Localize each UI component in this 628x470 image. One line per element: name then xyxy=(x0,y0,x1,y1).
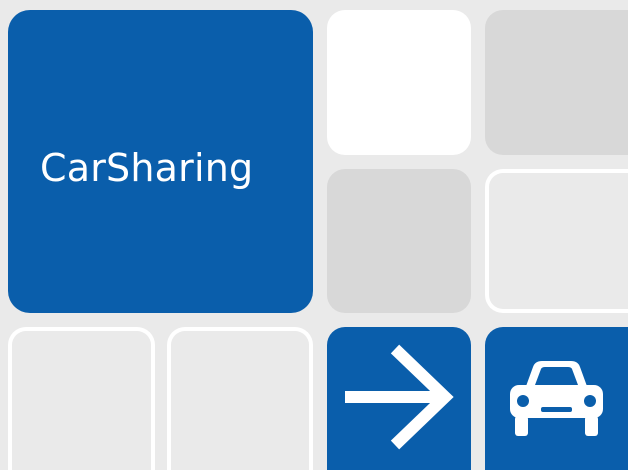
carsharing-title: CarSharing xyxy=(40,146,254,190)
arrow-tile[interactable] xyxy=(327,327,471,470)
car-tile[interactable] xyxy=(485,327,628,470)
tile-gray-middle xyxy=(327,169,471,313)
car-icon xyxy=(510,361,603,436)
tile-outlined-middle-right xyxy=(485,169,628,313)
tile-gray-top-right xyxy=(485,10,628,155)
tile-outlined-bottom-left xyxy=(8,327,155,470)
tile-outlined-bottom-center xyxy=(167,327,313,470)
arrow-right-icon xyxy=(345,344,454,450)
tile-white-top xyxy=(327,10,471,155)
carsharing-title-tile[interactable]: CarSharing xyxy=(8,10,313,313)
